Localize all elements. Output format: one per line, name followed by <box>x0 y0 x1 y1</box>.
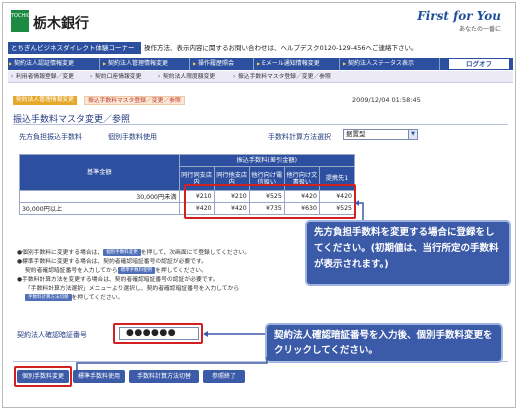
slogan-sub: あなたの一番に <box>458 26 501 33</box>
base-amount-cell: 30,000円未満 <box>19 190 180 203</box>
sub-nav: 利用者情報登録／変更 契約口座情報変更 契約法人限度額変更 振込手数料マスタ登録… <box>8 71 513 83</box>
inline-button-label: 標準手数料使用 <box>117 267 156 274</box>
helpdesk-info: 操作方法、表示内容に関するお問い合わせは、ヘルプデスク0120-129-456へ… <box>144 44 418 52</box>
corner-title: とちぎんビジネスダイレクト体験コーナー <box>8 42 141 54</box>
pin-label: 契約法人確認暗証番号 <box>17 331 87 339</box>
calc-method-value: 据置型 <box>346 130 366 138</box>
note-calc-detail: 「手数料計算方法選択」メニューより選択し、契約者確認暗証番号を入力してから <box>25 286 240 292</box>
base-amount-cell: 30,000円以上 <box>19 202 180 215</box>
subnav-item-fee-master[interactable]: 振込手数料マスタ登録／変更／参照 <box>233 71 331 83</box>
slogan-main: First for You <box>417 9 501 23</box>
fee-highlight-box <box>184 184 356 219</box>
chevron-down-icon[interactable]: ▼ <box>408 130 417 139</box>
nav-item-history[interactable]: 操作履歴照会 <box>192 58 254 70</box>
nav-item-auth[interactable]: 契約法人認証情報変更 <box>8 58 100 70</box>
divider <box>13 124 508 125</box>
base-amount-header: 基準金額 <box>19 154 180 191</box>
nav-item-admin[interactable]: 契約法人管理情報変更 <box>102 58 190 70</box>
nav-item-status[interactable]: 契約法人ステータス表示 <box>342 58 440 70</box>
subnav-item-accounts[interactable]: 契約口座情報変更 <box>90 71 141 83</box>
pin-highlight-box <box>113 323 203 344</box>
payer-fee-label: 先方負担振込手数料 <box>19 133 82 141</box>
logout-button[interactable]: ログオフ <box>449 59 509 69</box>
callout-pin-info: 契約法人確認暗証番号を入力後、個別手数料変更をクリックしてください。 <box>265 323 503 363</box>
inline-button-label: 個別手数料変更 <box>103 249 141 256</box>
note-standard-detail: 契約者確認暗証番号を入力してから 標準手数料使用 を押してください。 <box>25 267 207 274</box>
main-nav: 契約法人認証情報変更 契約法人管理情報変更 操作履歴照会 Eメール通知情報変更 … <box>8 58 513 70</box>
calc-method-label: 手数料計算方法選択 <box>268 133 331 141</box>
info-bar: とちぎんビジネスダイレクト体験コーナー 操作方法、表示内容に関するお問い合わせは… <box>8 42 513 54</box>
bank-name: 栃木銀行 <box>33 16 89 32</box>
callout-connector <box>76 357 268 371</box>
inline-button-label: 手数料計算方法切替 <box>25 294 72 301</box>
callout-connector <box>203 331 266 337</box>
breadcrumb-current: 振込手数料マスタ登録／変更／参照 <box>84 96 185 105</box>
subnav-item-users[interactable]: 利用者情報登録／変更 <box>11 71 74 83</box>
fee-group-header: 振込手数料(差引金額) <box>178 154 356 167</box>
bank-logo: TOCHIGIN <box>11 10 36 32</box>
breadcrumb-parent: 契約法人管理情報変更 <box>13 96 77 105</box>
slogan: First for You あなたの一番に <box>417 9 501 33</box>
note-standard: ●標準手数料に変更する場合は、契約者確認暗証番号の認証が必要です。 <box>17 259 207 265</box>
individual-fee-label: 個別手数料使用 <box>108 133 157 141</box>
calc-method-select[interactable]: 据置型 ▼ <box>343 129 418 140</box>
window: TOCHIGIN 栃木銀行 First for You あなたの一番に とちぎん… <box>2 2 516 408</box>
nav-item-email[interactable]: Eメール通知情報変更 <box>256 58 340 70</box>
note-calc: ●手数料計算方法を変更する場合は、契約者確認暗証番号の認証が必要です。 <box>17 277 219 283</box>
subnav-item-limits[interactable]: 契約法人限度額変更 <box>158 71 215 83</box>
instructions: ●個別手数料に変更する場合は、 個別手数料変更 を押して、次画面にて登録してください… <box>17 249 307 303</box>
callout-fee-info: 先方負担手数料を変更する場合に登録をしてください。(初期値は、当行所定の手数料が… <box>305 220 511 286</box>
timestamp: 2009/12/04 01:58:45 <box>352 96 421 104</box>
note-individual: ●個別手数料に変更する場合は、 個別手数料変更 を押して、次画面にて登録してください… <box>17 249 251 256</box>
note-calc-detail-2: 手数料計算方法切替 を押してください。 <box>17 294 307 303</box>
button-highlight-box <box>14 366 72 387</box>
